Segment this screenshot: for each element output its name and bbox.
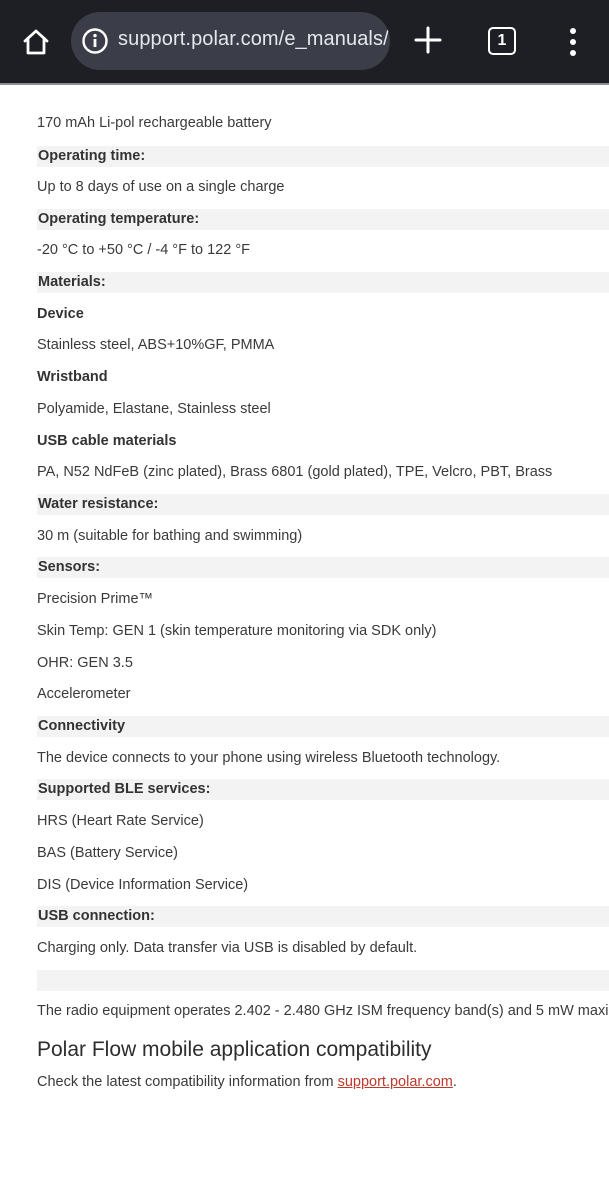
home-button[interactable] (14, 20, 58, 64)
browser-toolbar: support.polar.com/e_manuals/ 1 (0, 0, 609, 83)
usb-connection-label: USB connection: (37, 906, 609, 927)
home-icon (23, 29, 49, 55)
sensor-item: OHR: GEN 3.5 (37, 655, 133, 671)
url-text: support.polar.com/e_manuals/ (118, 28, 389, 50)
water-resistance-value: 30 m (suitable for bathing and swimming) (37, 528, 303, 544)
ble-service-item: BAS (Battery Service) (37, 845, 179, 861)
device-value: Stainless steel, ABS+10%GF, PMMA (37, 337, 275, 353)
materials-label: Materials: (37, 272, 609, 293)
wristband-label: Wristband (37, 369, 108, 385)
sensor-item: Precision Prime™ (37, 591, 154, 607)
sensor-item: Accelerometer (37, 686, 131, 702)
compatibility-text: Check the latest compatibility informati… (37, 1072, 609, 1093)
support-link[interactable]: support.polar.com (338, 1074, 453, 1090)
usb-cable-value: PA, N52 NdFeB (zinc plated), Brass 6801 … (37, 464, 553, 480)
ble-services-label: Supported BLE services: (37, 779, 609, 800)
page-content: 170 mAh Li-pol rechargeable battery Oper… (0, 85, 609, 1200)
wristband-value: Polyamide, Elastane, Stainless steel (37, 401, 271, 417)
address-bar[interactable]: support.polar.com/e_manuals/ (71, 12, 390, 70)
operating-temp-value: -20 °C to +50 °C / -4 °F to 122 °F (37, 242, 250, 258)
usb-connection-value: Charging only. Data transfer via USB is … (37, 940, 418, 956)
radio-info: The radio equipment operates 2.402 - 2.4… (37, 1003, 609, 1019)
info-icon[interactable] (81, 27, 109, 55)
connectivity-value: The device connects to your phone using … (37, 750, 501, 766)
tab-count: 1 (497, 32, 507, 49)
empty-table-row (37, 970, 609, 991)
ble-service-item: DIS (Device Information Service) (37, 877, 249, 893)
compatibility-text-prefix: Check the latest compatibility informati… (37, 1074, 338, 1090)
operating-time-label: Operating time: (37, 146, 609, 167)
operating-time-value: Up to 8 days of use on a single charge (37, 179, 285, 195)
tab-switcher-button[interactable]: 1 (488, 27, 516, 55)
more-menu-icon[interactable] (560, 26, 586, 58)
connectivity-label: Connectivity (37, 716, 609, 737)
compatibility-heading: Polar Flow mobile application compatibil… (37, 1038, 432, 1061)
usb-cable-label: USB cable materials (37, 433, 177, 449)
water-resistance-label: Water resistance: (37, 494, 609, 515)
new-tab-icon[interactable] (410, 22, 446, 58)
ble-service-item: HRS (Heart Rate Service) (37, 813, 204, 829)
sensor-item: Skin Temp: GEN 1 (skin temperature monit… (37, 623, 437, 639)
compatibility-text-suffix: . (452, 1074, 457, 1090)
device-label: Device (37, 306, 84, 322)
battery-value: 170 mAh Li-pol rechargeable battery (37, 115, 272, 131)
sensors-label: Sensors: (37, 557, 609, 578)
operating-temp-label: Operating temperature: (37, 209, 609, 230)
